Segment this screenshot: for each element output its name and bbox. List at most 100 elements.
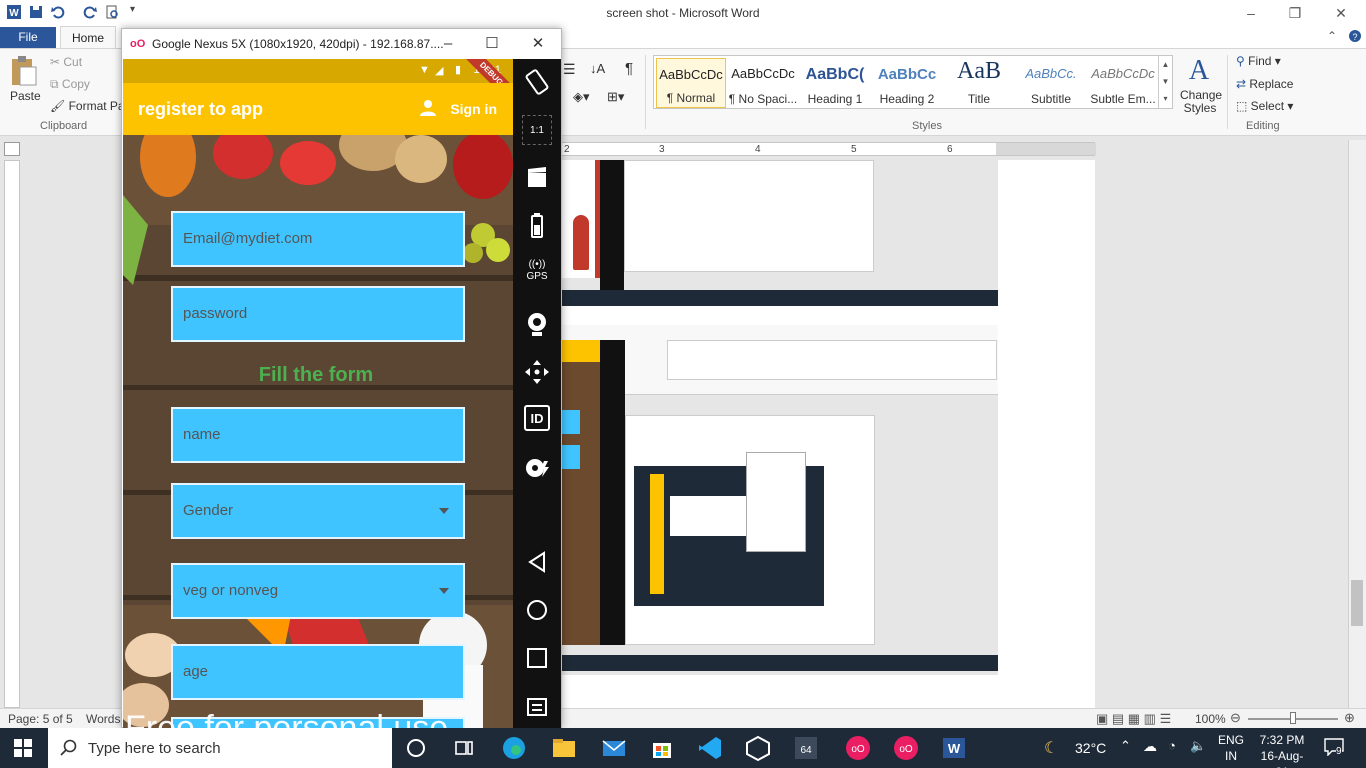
- word-taskbar-icon[interactable]: W: [940, 734, 968, 762]
- zoom-in-icon[interactable]: ⊕: [1344, 710, 1355, 726]
- document-page[interactable]: [555, 160, 1095, 708]
- pixel-perfect-button[interactable]: 1:1: [522, 115, 552, 145]
- tab-home[interactable]: Home: [60, 26, 116, 48]
- replace-button[interactable]: ⇄ Replace: [1236, 77, 1293, 91]
- diet-type-label: veg or nonveg: [183, 582, 279, 599]
- emulator-maximize-button[interactable]: ☐: [477, 34, 507, 54]
- zoom-thumb[interactable]: [1290, 712, 1296, 724]
- person-icon[interactable]: [419, 99, 437, 117]
- document-area[interactable]: [555, 160, 1355, 708]
- emulator-minimize-button[interactable]: –: [433, 34, 463, 54]
- rotate-icon[interactable]: [522, 67, 552, 97]
- show-hidden-icons-icon[interactable]: ⌃: [1120, 738, 1131, 754]
- style-subtitle[interactable]: AaBbCc. Subtitle: [1016, 58, 1086, 108]
- input-language[interactable]: ENG IN: [1218, 732, 1244, 764]
- cut-button[interactable]: ✂ Cut: [50, 55, 82, 69]
- svg-text:oO: oO: [851, 744, 865, 755]
- battery-widget-icon[interactable]: [522, 211, 552, 241]
- age-field[interactable]: age: [171, 644, 465, 700]
- style-normal[interactable]: AaBbCcDc ¶ Normal: [656, 58, 726, 108]
- collapse-ribbon-icon[interactable]: ⌃: [1327, 29, 1337, 43]
- borders-icon[interactable]: ⊞▾: [607, 89, 624, 105]
- back-icon[interactable]: [522, 547, 552, 577]
- tab-selector[interactable]: [4, 142, 20, 156]
- home-icon[interactable]: [522, 595, 552, 625]
- sort-icon[interactable]: ↓A: [590, 61, 605, 76]
- change-styles-button[interactable]: Change Styles: [1180, 89, 1222, 115]
- style-sample: AaBbCcDc: [731, 66, 795, 81]
- mail-icon[interactable]: [600, 734, 628, 762]
- find-button[interactable]: ⚲ Find ▾: [1236, 54, 1281, 68]
- camera-widget-icon[interactable]: [522, 309, 552, 339]
- restore-button[interactable]: ❐: [1272, 3, 1318, 23]
- volume-icon[interactable]: 🔈: [1190, 738, 1206, 754]
- password-field[interactable]: password: [171, 286, 465, 342]
- notification-center-icon[interactable]: 9: [1324, 736, 1348, 760]
- gender-dropdown[interactable]: Gender: [171, 483, 465, 539]
- tab-file[interactable]: File: [0, 27, 56, 48]
- system-clock[interactable]: 7:32 PM 16-Aug-21: [1254, 732, 1310, 768]
- minimize-button[interactable]: –: [1228, 3, 1274, 23]
- paste-button[interactable]: Paste: [10, 89, 41, 103]
- style-name: ¶ No Spaci...: [728, 92, 798, 106]
- virtualbox-icon[interactable]: [744, 734, 772, 762]
- genymotion-device-icon[interactable]: oO: [892, 734, 920, 762]
- view-buttons-icon[interactable]: ▣ ▤ ▦ ▥ ☰: [1096, 711, 1171, 727]
- vscode-icon[interactable]: [696, 734, 724, 762]
- menu-icon[interactable]: [522, 691, 552, 721]
- genymotion-logo-icon: oO: [130, 38, 146, 50]
- shading-icon[interactable]: ◈▾: [573, 89, 590, 105]
- onedrive-icon[interactable]: ☁: [1143, 738, 1157, 755]
- device-id-button[interactable]: ID: [524, 405, 550, 431]
- cut-icon: ✂: [50, 55, 64, 69]
- weather-icon[interactable]: ☾: [1044, 738, 1058, 758]
- select-button[interactable]: ⬚ Select ▾: [1236, 99, 1293, 113]
- emulator-close-button[interactable]: ✕: [523, 34, 553, 54]
- phone-screen: ▼ ◢ ▮ 10:01 DEBUG register to app Sign i…: [123, 59, 513, 729]
- style-subtle-emphasis[interactable]: AaBbCcDc Subtle Em...: [1088, 58, 1158, 108]
- genymotion-icon[interactable]: oO: [844, 734, 872, 762]
- file-explorer-icon[interactable]: [550, 734, 578, 762]
- style-heading-2[interactable]: AaBbCc Heading 2: [872, 58, 942, 108]
- cortana-icon[interactable]: [402, 734, 430, 762]
- styles-scroll-icon[interactable]: ▲ ▼ ▾: [1158, 56, 1172, 108]
- style-title[interactable]: AaB Title: [944, 58, 1014, 108]
- show-marks-icon[interactable]: ¶: [625, 60, 633, 77]
- scroll-thumb[interactable]: [1351, 580, 1363, 626]
- copy-icon: ⧉: [50, 77, 62, 91]
- help-icon[interactable]: ?: [1348, 29, 1362, 43]
- style-no-spacing[interactable]: AaBbCcDc ¶ No Spaci...: [728, 58, 798, 108]
- recent-apps-icon[interactable]: [522, 643, 552, 673]
- zoom-out-icon[interactable]: ⊖: [1230, 710, 1241, 726]
- task-view-icon[interactable]: [450, 734, 478, 762]
- windows-start-icon[interactable]: [14, 739, 32, 757]
- copy-button[interactable]: ⧉ Copy: [50, 77, 90, 92]
- disk-io-icon[interactable]: [522, 453, 552, 483]
- vertical-scrollbar[interactable]: [1348, 140, 1366, 708]
- taskbar-search-box[interactable]: Type here to search: [48, 728, 392, 768]
- dpad-icon[interactable]: [522, 357, 552, 387]
- clock-date: 16-Aug-21: [1260, 749, 1304, 768]
- sign-in-button[interactable]: Sign in: [450, 101, 497, 117]
- styles-group-label: Styles: [912, 120, 942, 132]
- gps-widget[interactable]: ((•)) GPS: [522, 259, 552, 289]
- weather-temperature[interactable]: 32°C: [1075, 740, 1106, 756]
- zoom-level[interactable]: 100%: [1195, 712, 1226, 726]
- network-icon[interactable]: ◔: [1168, 738, 1176, 753]
- vertical-ruler: [4, 160, 20, 708]
- diet-type-dropdown[interactable]: veg or nonveg: [171, 563, 465, 619]
- android-studio-icon[interactable]: 64: [792, 734, 820, 762]
- format-painter-button[interactable]: 🖌 Format Pai: [50, 99, 127, 113]
- store-icon[interactable]: [648, 734, 676, 762]
- screencast-icon[interactable]: [522, 163, 552, 193]
- page-count[interactable]: Page: 5 of 5: [8, 712, 73, 726]
- style-name: Subtitle: [1030, 92, 1072, 106]
- word-count[interactable]: Words: [86, 712, 120, 726]
- close-button[interactable]: ✕: [1318, 3, 1364, 23]
- name-field[interactable]: name: [171, 407, 465, 463]
- email-field[interactable]: Email@mydiet.com: [171, 211, 465, 267]
- bullets-icon[interactable]: ☰: [563, 61, 576, 78]
- paste-icon[interactable]: [10, 55, 38, 87]
- style-heading-1[interactable]: AaBbC( Heading 1: [800, 58, 870, 108]
- edge-icon[interactable]: [500, 734, 528, 762]
